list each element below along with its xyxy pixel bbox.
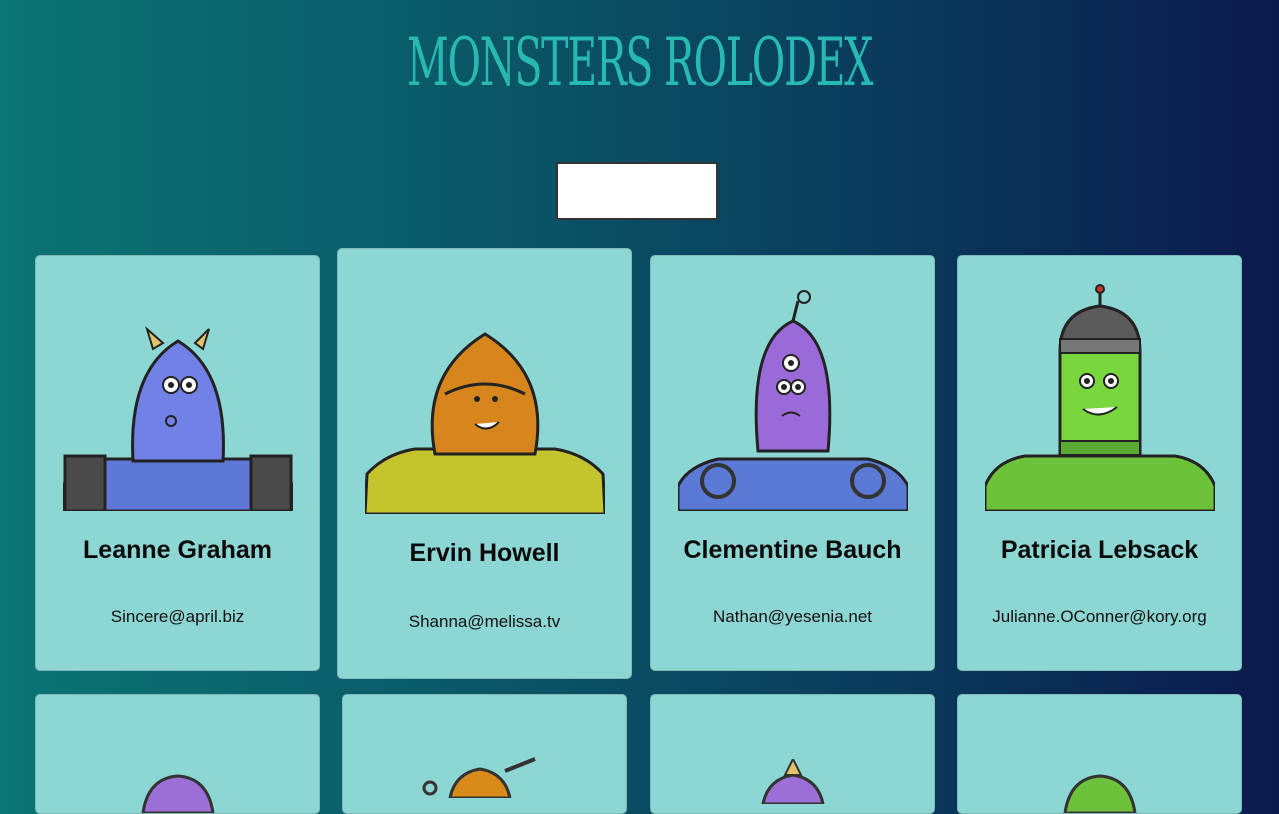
card-name: Clementine Bauch bbox=[683, 536, 902, 564]
monster-card[interactable] bbox=[342, 694, 627, 814]
card-name: Ervin Howell bbox=[409, 539, 560, 567]
monster-card[interactable] bbox=[650, 694, 935, 814]
monster-card[interactable]: Clementine Bauch Nathan@yesenia.net bbox=[650, 255, 935, 671]
monster-avatar-icon bbox=[422, 757, 536, 798]
card-name: Patricia Lebsack bbox=[1000, 536, 1199, 564]
search-input[interactable] bbox=[556, 162, 718, 220]
monster-card[interactable]: Leanne Graham Sincere@april.biz bbox=[35, 255, 320, 671]
monster-avatar-icon bbox=[677, 290, 908, 511]
card-name: Leanne Graham bbox=[83, 536, 272, 564]
monster-avatar-icon bbox=[140, 774, 215, 813]
card-email: Nathan@yesenia.net bbox=[712, 607, 873, 626]
monster-avatar-icon bbox=[1062, 774, 1137, 813]
card-email: Julianne.OConner@kory.org bbox=[992, 607, 1207, 626]
monster-card[interactable] bbox=[957, 694, 1242, 814]
monster-card[interactable] bbox=[35, 694, 320, 814]
monster-avatar-icon bbox=[760, 759, 825, 804]
monster-card[interactable]: Patricia Lebsack Julianne.OConner@kory.o… bbox=[957, 255, 1242, 671]
page-title: MONSTERS ROLODEX bbox=[406, 24, 874, 101]
monster-card[interactable]: Ervin Howell Shanna@melissa.tv bbox=[337, 248, 632, 679]
monster-avatar-icon bbox=[62, 325, 293, 511]
monster-avatar-icon bbox=[984, 284, 1215, 511]
monster-avatar-icon bbox=[364, 332, 605, 514]
card-email: Sincere@april.biz bbox=[110, 607, 245, 626]
card-email: Shanna@melissa.tv bbox=[408, 612, 561, 631]
